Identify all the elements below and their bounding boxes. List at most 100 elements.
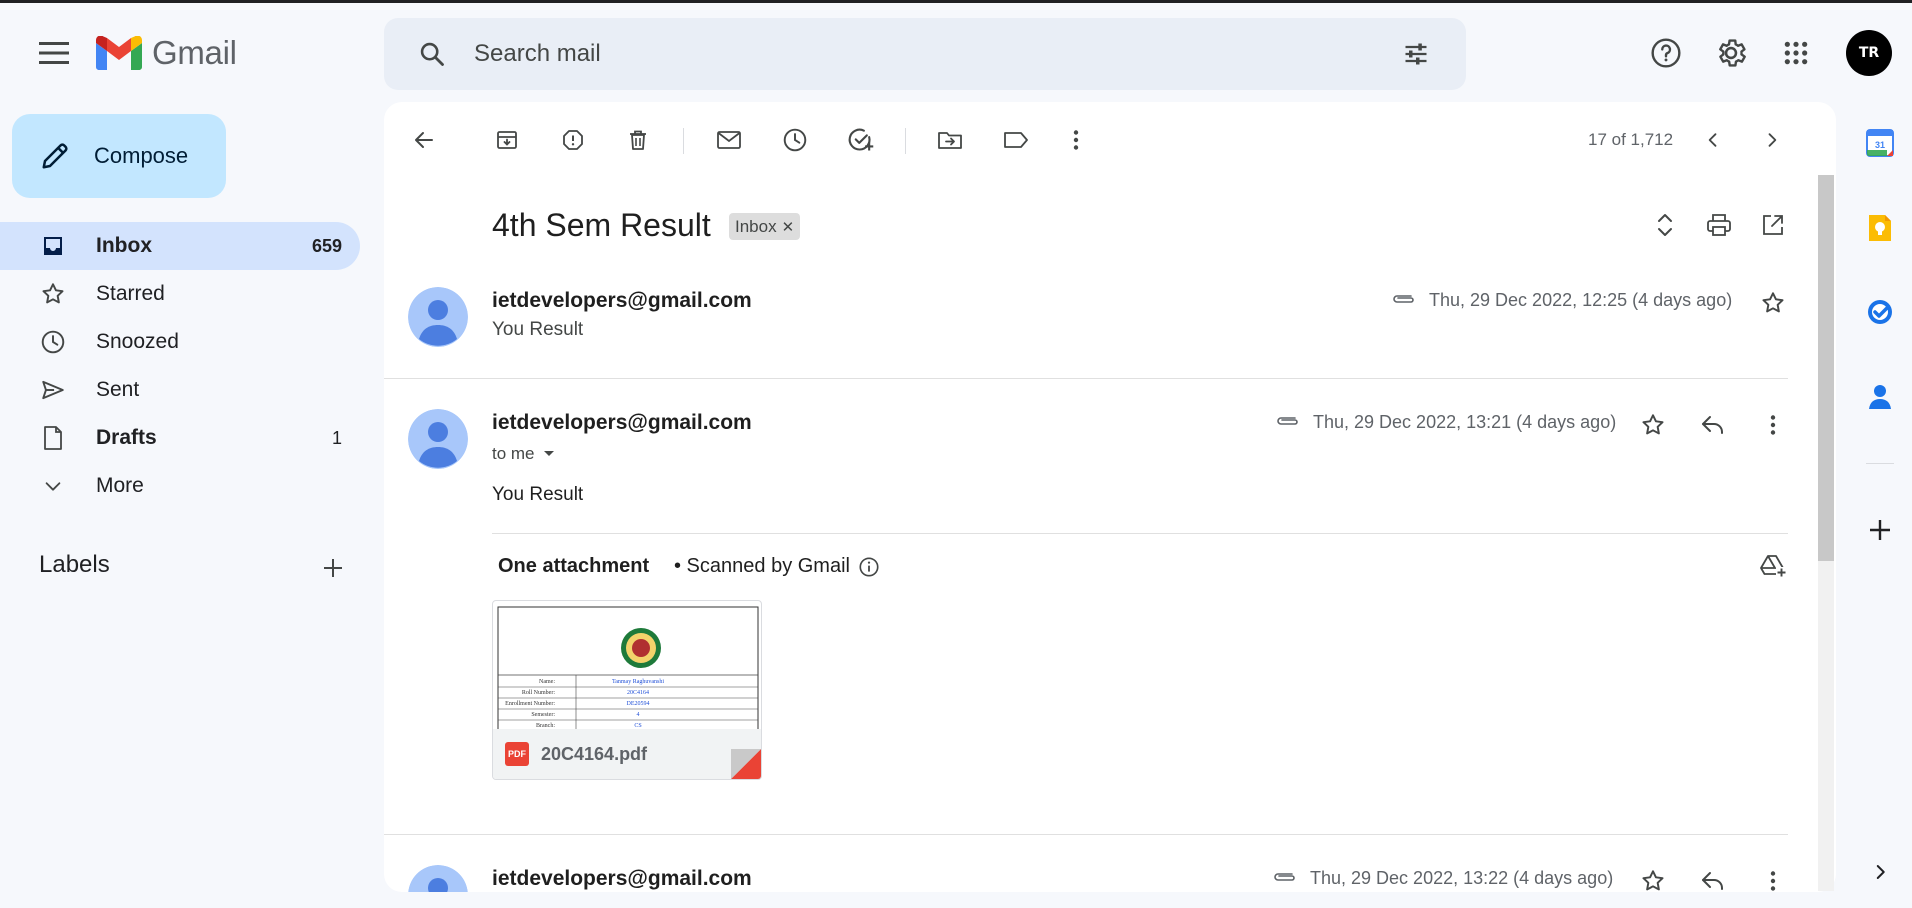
sidebar-item-label: Snoozed bbox=[96, 330, 179, 353]
recipient-details-toggle[interactable]: to me bbox=[492, 444, 555, 464]
contacts-icon[interactable] bbox=[1860, 376, 1900, 416]
message-divider bbox=[384, 378, 1788, 379]
sender-avatar[interactable] bbox=[408, 865, 468, 892]
sidebar-item-label: More bbox=[96, 474, 144, 497]
help-icon[interactable] bbox=[1646, 33, 1686, 73]
sender-name[interactable]: ietdevelopers@gmail.com bbox=[492, 867, 752, 891]
thread-subject: 4th Sem Result bbox=[492, 207, 711, 243]
gmail-logo[interactable]: Gmail bbox=[96, 33, 237, 73]
draft-count: 1 bbox=[331, 427, 342, 448]
more-vertical-icon[interactable] bbox=[1056, 120, 1096, 160]
tasks-icon[interactable] bbox=[1860, 292, 1900, 332]
reply-icon[interactable] bbox=[1693, 861, 1733, 892]
sender-name[interactable]: ietdevelopers@gmail.com bbox=[492, 411, 752, 435]
search-bar[interactable] bbox=[384, 18, 1466, 90]
star-icon bbox=[38, 279, 68, 309]
calendar-icon[interactable]: 31 bbox=[1860, 123, 1900, 163]
sidebar-item-snoozed[interactable]: Snoozed bbox=[0, 318, 360, 366]
inbox-label-chip: Inbox ✕ bbox=[729, 213, 801, 240]
toolbar-divider bbox=[683, 128, 684, 154]
sender-avatar[interactable] bbox=[408, 409, 468, 469]
keep-icon[interactable] bbox=[1860, 208, 1900, 248]
send-icon bbox=[38, 375, 68, 405]
sidebar-item-starred[interactable]: Starred bbox=[0, 270, 360, 318]
pagination-text: 17 of 1,712 bbox=[1588, 130, 1674, 149]
sidebar-item-inbox[interactable]: Inbox 659 bbox=[0, 222, 360, 270]
reply-icon[interactable] bbox=[1693, 405, 1733, 445]
star-icon[interactable] bbox=[1633, 405, 1673, 445]
pdf-file-icon: PDF bbox=[505, 742, 529, 766]
settings-gear-icon[interactable] bbox=[1711, 33, 1751, 73]
preview-row-label: Semester: bbox=[531, 712, 555, 718]
report-spam-icon[interactable] bbox=[553, 120, 593, 160]
attachment-card[interactable]: Name: Roll Number: Enrollment Number: Se… bbox=[492, 600, 762, 780]
message-panel: 17 of 1,712 4th Sem Result Inbox ✕ ietde… bbox=[384, 102, 1836, 892]
older-chevron-right-icon[interactable] bbox=[1752, 120, 1792, 160]
pdf-preview-thumbnail: Name: Roll Number: Enrollment Number: Se… bbox=[497, 606, 759, 731]
add-to-tasks-icon[interactable] bbox=[841, 120, 881, 160]
message-snippet[interactable]: You Result bbox=[492, 319, 583, 341]
inbox-icon bbox=[38, 231, 68, 261]
search-options-icon[interactable] bbox=[1396, 34, 1436, 74]
calendar-day: 31 bbox=[1875, 140, 1885, 150]
label-tag-icon[interactable] bbox=[996, 120, 1036, 160]
rail-divider bbox=[1866, 463, 1894, 464]
open-new-window-icon[interactable] bbox=[1753, 205, 1793, 245]
expand-all-icon[interactable] bbox=[1645, 205, 1685, 245]
add-label-button[interactable] bbox=[316, 551, 350, 585]
back-arrow-icon[interactable] bbox=[404, 120, 444, 160]
mark-unread-icon[interactable] bbox=[709, 120, 749, 160]
hamburger-icon bbox=[39, 42, 69, 64]
attachment-heading: One attachment bbox=[498, 555, 650, 577]
attachment-clip-icon bbox=[1271, 863, 1299, 891]
get-addons-plus-icon[interactable] bbox=[1860, 510, 1900, 550]
sidebar-item-label: Starred bbox=[96, 282, 165, 305]
star-icon[interactable] bbox=[1633, 861, 1673, 892]
message-divider bbox=[384, 834, 1788, 835]
sidebar-item-drafts[interactable]: Drafts 1 bbox=[0, 414, 360, 462]
search-icon[interactable] bbox=[412, 34, 452, 74]
message-date: Thu, 29 Dec 2022, 12:25 (4 days ago) bbox=[1429, 290, 1733, 310]
recipient-text: to me bbox=[492, 444, 535, 463]
unread-count: 659 bbox=[311, 235, 342, 256]
print-icon[interactable] bbox=[1699, 205, 1739, 245]
sidebar-item-more[interactable]: More bbox=[0, 462, 360, 510]
message-date: Thu, 29 Dec 2022, 13:21 (4 days ago) bbox=[1313, 412, 1617, 432]
newer-chevron-left-icon[interactable] bbox=[1693, 120, 1733, 160]
show-side-panel-chevron-icon[interactable] bbox=[1860, 852, 1900, 892]
attachment-clip-icon bbox=[1390, 285, 1418, 313]
attachment-clip-icon bbox=[1274, 407, 1302, 435]
sidebar-item-label: Sent bbox=[96, 378, 140, 401]
account-avatar[interactable]: TR bbox=[1846, 30, 1892, 76]
apps-grid-icon[interactable] bbox=[1776, 33, 1816, 73]
compose-button[interactable]: Compose bbox=[12, 114, 226, 198]
delete-trash-icon[interactable] bbox=[618, 120, 658, 160]
draft-icon bbox=[38, 423, 68, 453]
add-to-drive-icon[interactable] bbox=[1753, 546, 1793, 586]
preview-row-label: Enrollment Number: bbox=[505, 701, 555, 707]
remove-label-icon[interactable]: ✕ bbox=[782, 218, 795, 236]
scan-note-text: • Scanned by Gmail bbox=[674, 555, 850, 577]
clock-icon bbox=[38, 327, 68, 357]
search-input[interactable] bbox=[474, 40, 1396, 68]
snooze-clock-icon[interactable] bbox=[775, 120, 815, 160]
page-curl-icon bbox=[731, 749, 761, 779]
star-icon[interactable] bbox=[1753, 283, 1793, 323]
info-icon[interactable] bbox=[858, 556, 880, 578]
toolbar-divider bbox=[905, 128, 906, 154]
app-name: Gmail bbox=[152, 34, 237, 71]
message-more-icon[interactable] bbox=[1753, 861, 1793, 892]
sender-name[interactable]: ietdevelopers@gmail.com bbox=[492, 289, 752, 313]
scrollbar-thumb[interactable] bbox=[1818, 175, 1834, 561]
compose-label: Compose bbox=[94, 143, 189, 168]
sidebar-item-sent[interactable]: Sent bbox=[0, 366, 360, 414]
move-to-folder-icon[interactable] bbox=[930, 120, 970, 160]
sender-avatar[interactable] bbox=[408, 287, 468, 347]
preview-row-value: DE20594 bbox=[627, 701, 650, 707]
main-menu-button[interactable] bbox=[34, 33, 74, 73]
preview-row-value: Tanmay Raghuvanshi bbox=[612, 679, 664, 685]
archive-icon[interactable] bbox=[487, 120, 527, 160]
chevron-down-icon bbox=[38, 471, 68, 501]
message-more-icon[interactable] bbox=[1753, 405, 1793, 445]
caret-down-icon bbox=[543, 451, 554, 456]
